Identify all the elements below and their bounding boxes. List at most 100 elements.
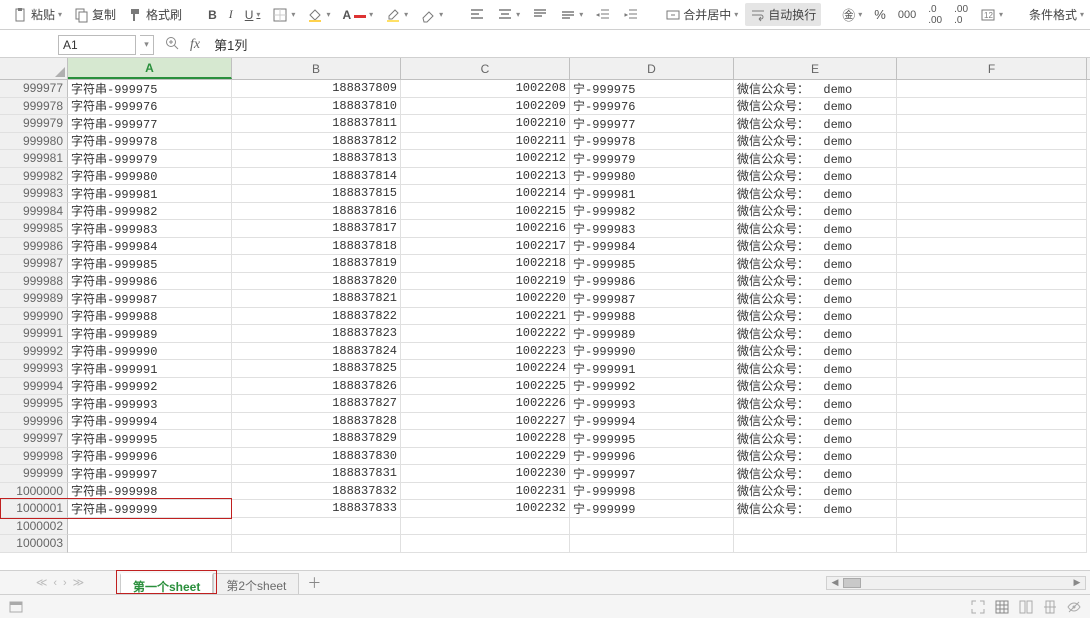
cell[interactable]: 188837810 [232,98,401,116]
cell[interactable]: 宁-999997 [570,465,734,483]
cell[interactable]: 字符串-999998 [68,483,232,501]
align-middle-button[interactable]: ▾ [555,4,588,26]
bold-button[interactable]: B [203,5,222,25]
cell[interactable] [570,535,734,553]
cell[interactable]: 188837815 [232,185,401,203]
cell[interactable]: 188837819 [232,255,401,273]
cell[interactable] [897,360,1087,378]
grid-area[interactable]: 999977字符串-9999751888378091002208宁-999975… [0,80,1090,570]
cell[interactable]: 188837809 [232,80,401,98]
tab-nav-first[interactable]: ≪ [36,576,48,589]
row-header[interactable]: 999991 [0,325,68,343]
cell[interactable]: 字符串-999981 [68,185,232,203]
cell[interactable]: 188837828 [232,413,401,431]
row-header[interactable]: 1000003 [0,535,68,553]
paste-button[interactable]: 粘贴▾ [8,3,67,26]
cond-format-button[interactable]: 条件格式▾ [1024,3,1089,26]
cell[interactable]: 微信公众号： demo [734,483,897,501]
cell[interactable]: 1002229 [401,448,570,466]
cell[interactable] [897,413,1087,431]
row-header[interactable]: 999997 [0,430,68,448]
name-box-dropdown[interactable]: ▾ [140,35,154,55]
cell[interactable]: 1002226 [401,395,570,413]
align-left-button[interactable] [464,4,490,26]
add-sheet-button[interactable]: ＋ [299,571,329,594]
cell[interactable]: 188837825 [232,360,401,378]
italic-button[interactable]: I [224,4,238,25]
cell[interactable]: 宁-999976 [570,98,734,116]
auto-wrap-button[interactable]: 自动换行 [745,3,821,26]
cell[interactable]: 1002211 [401,133,570,151]
cell[interactable]: 188837824 [232,343,401,361]
h-scroll-right[interactable]: ▶ [1071,578,1083,588]
merge-center-button[interactable]: 合并居中▾ [660,3,743,26]
fullscreen-icon[interactable] [970,599,986,615]
eye-icon[interactable] [1066,599,1082,615]
cell[interactable]: 字符串-999994 [68,413,232,431]
cell[interactable]: 宁-999987 [570,290,734,308]
cell[interactable]: 宁-999978 [570,133,734,151]
row-header[interactable]: 999978 [0,98,68,116]
cell[interactable]: 188837817 [232,220,401,238]
col-header-D[interactable]: D [570,58,734,79]
cell[interactable]: 微信公众号： demo [734,273,897,291]
cell[interactable]: 1002215 [401,203,570,221]
underline-button[interactable]: U▾ [240,5,266,25]
h-scroll-thumb[interactable] [843,578,861,588]
cell[interactable]: 1002208 [401,80,570,98]
cell[interactable]: 宁-999993 [570,395,734,413]
cell[interactable]: 1002223 [401,343,570,361]
row-header[interactable]: 999993 [0,360,68,378]
cell[interactable]: 字符串-999996 [68,448,232,466]
cell[interactable]: 字符串-999983 [68,220,232,238]
tab-nav-next[interactable]: › [63,577,67,589]
cell[interactable] [897,308,1087,326]
name-box[interactable] [58,35,136,55]
cell[interactable]: 字符串-999979 [68,150,232,168]
cell[interactable] [897,98,1087,116]
cell[interactable] [401,518,570,536]
cell[interactable]: 微信公众号： demo [734,238,897,256]
cell[interactable]: 188837811 [232,115,401,133]
clear-format-button[interactable]: ▾ [415,4,448,26]
cell[interactable]: 微信公众号： demo [734,133,897,151]
tab-nav-last[interactable]: ≫ [73,576,85,589]
cell[interactable]: 188837816 [232,203,401,221]
cell[interactable] [68,535,232,553]
cell[interactable] [897,378,1087,396]
copy-button[interactable]: 复制 [69,3,121,26]
cell[interactable] [570,518,734,536]
row-header[interactable]: 999982 [0,168,68,186]
cell[interactable]: 字符串-999980 [68,168,232,186]
thousand-sep-button[interactable]: 000 [893,6,921,24]
row-header[interactable]: 999980 [0,133,68,151]
cell[interactable]: 宁-999992 [570,378,734,396]
highlight-button[interactable]: ▾ [380,4,413,26]
cell[interactable] [897,220,1087,238]
row-header[interactable]: 999977 [0,80,68,98]
cell[interactable]: 微信公众号： demo [734,430,897,448]
currency-button[interactable]: ㊎▾ [837,2,867,27]
cell[interactable]: 微信公众号： demo [734,308,897,326]
cell[interactable] [897,535,1087,553]
cell[interactable]: 字符串-999999 [68,500,232,518]
status-icon-left[interactable] [8,599,24,615]
cell[interactable]: 1002231 [401,483,570,501]
cell[interactable]: 188837832 [232,483,401,501]
cell[interactable]: 1002232 [401,500,570,518]
cell[interactable]: 字符串-999992 [68,378,232,396]
cell[interactable]: 188837812 [232,133,401,151]
cell[interactable] [68,518,232,536]
view-normal-icon[interactable] [994,599,1010,615]
row-header[interactable]: 1000000 [0,483,68,501]
cell[interactable]: 微信公众号： demo [734,448,897,466]
align-top-button[interactable] [527,4,553,26]
cell[interactable]: 1002225 [401,378,570,396]
cell[interactable]: 字符串-999988 [68,308,232,326]
col-header-E[interactable]: E [734,58,897,79]
cell[interactable] [897,430,1087,448]
cell[interactable]: 宁-999975 [570,80,734,98]
cell[interactable]: 微信公众号： demo [734,150,897,168]
cell[interactable]: 微信公众号： demo [734,360,897,378]
col-header-B[interactable]: B [232,58,401,79]
